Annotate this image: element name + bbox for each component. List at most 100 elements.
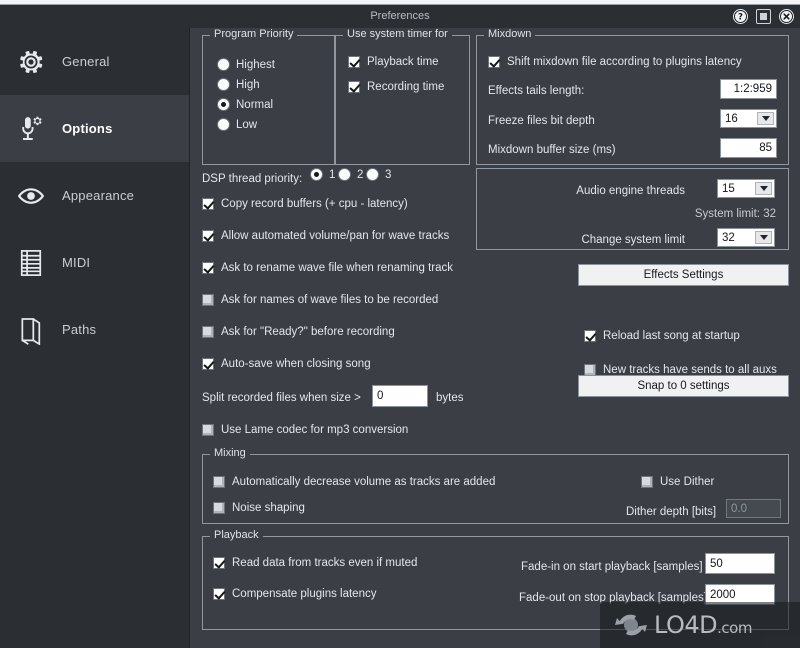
checkbox-use-dither[interactable]: Use Dither	[641, 476, 714, 488]
checkbox-read-data-muted[interactable]: Read data from tracks even if muted	[213, 557, 417, 569]
chevron-down-icon[interactable]	[755, 231, 772, 244]
options-page: Program Priority Highest High Normal Low…	[190, 28, 800, 648]
sidebar-item-label: MIDI	[62, 255, 91, 270]
radio-priority-highest[interactable]: Highest	[217, 58, 275, 71]
checkbox-label: Shift mixdown file according to plugins …	[507, 56, 742, 68]
watermark-brand: LO4D	[654, 611, 718, 639]
snap-to-zero-settings-button[interactable]: Snap to 0 settings	[578, 375, 789, 397]
mixdown-buffer-label: Mixdown buffer size (ms)	[488, 144, 616, 156]
checkbox-label: Automatically decrease volume as tracks …	[232, 476, 496, 488]
checkbox-ask-ready-before-recording[interactable]: Ask for "Ready?" before recording	[202, 326, 395, 338]
maximize-button[interactable]	[756, 9, 771, 24]
help-button[interactable]: ?	[733, 9, 748, 24]
effects-tails-input[interactable]: 1:2:959	[720, 79, 777, 99]
mixing-legend: Mixing	[210, 447, 250, 459]
mixdown-buffer-value: 85	[759, 142, 772, 154]
fade-in-input[interactable]: 50	[705, 553, 775, 574]
radio-dot	[366, 168, 379, 181]
close-button[interactable]	[779, 9, 794, 24]
checkbox-recording-time[interactable]: Recording time	[348, 81, 444, 93]
effects-tails-label: Effects tails length:	[488, 85, 585, 97]
freeze-bit-depth-select[interactable]: 16	[720, 109, 777, 128]
svg-text:?: ?	[738, 13, 743, 23]
sidebar-item-midi[interactable]: MIDI	[0, 229, 189, 296]
gear-icon	[0, 47, 62, 77]
checkbox-label: Read data from tracks even if muted	[232, 557, 418, 569]
dsp-thread-priority-label: DSP thread priority:	[202, 173, 303, 185]
effects-settings-label: Effects Settings	[643, 269, 724, 281]
radio-dsp-2[interactable]: 2	[338, 168, 363, 181]
fade-in-value: 50	[710, 557, 723, 570]
checkbox-playback-time[interactable]: Playback time	[348, 56, 439, 68]
change-system-limit-select[interactable]: 32	[717, 228, 775, 247]
checkbox-box	[202, 294, 214, 306]
system-timer-group: Use system timer for Playback time Recor…	[335, 28, 470, 165]
effects-tails-value: 1:2:959	[733, 83, 772, 95]
checkbox-auto-decrease-volume[interactable]: Automatically decrease volume as tracks …	[213, 476, 495, 488]
checkbox-use-lame-codec[interactable]: Use Lame codec for mp3 conversion	[202, 424, 408, 436]
checkbox-copy-record-buffers[interactable]: Copy record buffers (+ cpu - latency)	[202, 198, 408, 210]
radio-priority-normal[interactable]: Normal	[217, 98, 273, 111]
sidebar-item-general[interactable]: General	[0, 28, 189, 95]
effects-settings-button[interactable]: Effects Settings	[578, 264, 789, 286]
book-icon	[0, 315, 62, 345]
sidebar-item-appearance[interactable]: Appearance	[0, 162, 189, 229]
checkbox-allow-automated-volume-pan[interactable]: Allow automated volume/pan for wave trac…	[202, 230, 449, 242]
split-size-unit: bytes	[436, 392, 464, 404]
playback-legend: Playback	[210, 529, 263, 541]
sidebar-item-label: Options	[62, 121, 113, 136]
radio-priority-high[interactable]: High	[217, 78, 260, 91]
program-priority-legend: Program Priority	[210, 28, 298, 40]
checkbox-noise-shaping[interactable]: Noise shaping	[213, 502, 305, 514]
checkbox-auto-save-closing-song[interactable]: Auto-save when closing song	[202, 358, 371, 370]
audio-engine-threads-select[interactable]: 15	[717, 179, 775, 198]
change-system-limit-label: Change system limit	[581, 234, 685, 246]
checkbox-box	[202, 262, 214, 274]
maximize-icon	[760, 13, 767, 20]
radio-label: 3	[385, 168, 392, 181]
sidebar-item-options[interactable]: Options	[0, 95, 189, 162]
checkbox-ask-names-wave-files[interactable]: Ask for names of wave files to be record…	[202, 294, 438, 306]
checkbox-label: Recording time	[367, 81, 445, 93]
preferences-window: Preferences ? General Options Appearance…	[0, 0, 800, 648]
checkbox-label: Auto-save when closing song	[221, 358, 371, 370]
chevron-down-icon[interactable]	[757, 112, 774, 125]
fade-out-value: 2000	[710, 588, 736, 601]
checkbox-box	[202, 198, 214, 210]
fade-in-label: Fade-in on start playback [samples]	[521, 561, 703, 573]
mixdown-group: Mixdown Shift mixdown file according to …	[476, 28, 789, 165]
midi-list-icon	[0, 248, 62, 278]
watermark: LO4D.com	[600, 602, 800, 648]
checkbox-label: Ask for "Ready?" before recording	[221, 326, 395, 338]
watermark-suffix: .com	[717, 619, 752, 637]
checkbox-compensate-plugins-latency[interactable]: Compensate plugins latency	[213, 588, 376, 600]
radio-dot	[217, 58, 230, 71]
mixdown-buffer-input[interactable]: 85	[720, 138, 777, 158]
change-system-limit-value: 32	[722, 231, 735, 244]
sidebar-item-paths[interactable]: Paths	[0, 296, 189, 363]
radio-label: High	[236, 78, 260, 91]
mixdown-legend: Mixdown	[484, 28, 536, 40]
radio-dot	[310, 168, 323, 181]
dither-depth-input[interactable]: 0.0	[726, 499, 781, 518]
checkbox-box	[641, 476, 653, 488]
radio-label: Highest	[236, 58, 275, 71]
radio-dsp-1[interactable]: 1	[310, 168, 335, 181]
audio-engine-panel: Audio engine threads 15 System limit: 32…	[476, 168, 789, 250]
system-limit-label: System limit: 32	[694, 208, 776, 220]
checkbox-reload-last-song[interactable]: Reload last song at startup	[584, 330, 740, 342]
chevron-down-icon[interactable]	[755, 182, 772, 195]
checkbox-ask-rename-wave-file[interactable]: Ask to rename wave file when renaming tr…	[202, 262, 453, 274]
checkbox-label: Playback time	[367, 56, 439, 68]
radio-priority-low[interactable]: Low	[217, 118, 257, 131]
checkbox-shift-mixdown[interactable]: Shift mixdown file according to plugins …	[488, 56, 742, 68]
checkbox-label: Noise shaping	[232, 502, 305, 514]
radio-dsp-3[interactable]: 3	[366, 168, 391, 181]
title-bar: Preferences ?	[0, 5, 800, 28]
split-size-input[interactable]: 0	[372, 385, 428, 407]
checkbox-box	[348, 81, 360, 93]
checkbox-box	[202, 326, 214, 338]
radio-dot	[217, 98, 230, 111]
sidebar-item-label: Appearance	[62, 188, 135, 203]
radio-dot	[217, 78, 230, 91]
